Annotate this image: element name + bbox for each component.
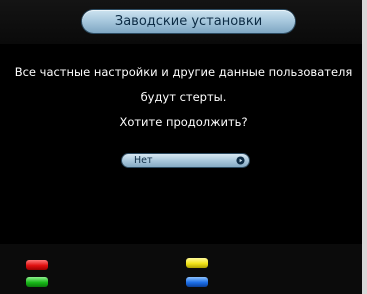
blue-key-icon[interactable] [186, 277, 208, 287]
message-line-3: Хотите продолжить? [119, 115, 248, 129]
screen-edge [362, 0, 367, 294]
no-button[interactable]: Нет [122, 154, 249, 167]
tv-screen: Заводские установки Все частные настройк… [0, 0, 367, 294]
arrow-right-icon [236, 156, 245, 165]
footer-bar [0, 244, 367, 294]
yellow-key-icon[interactable] [186, 258, 208, 268]
no-button-label: Нет [134, 155, 153, 166]
dialog-title: Заводские установки [82, 10, 295, 33]
message-line-1: Все частные настройки и другие данные по… [14, 65, 353, 79]
red-key-icon[interactable] [26, 260, 48, 270]
green-key-icon[interactable] [26, 277, 48, 287]
message-line-2: будут стерты. [140, 90, 227, 104]
dialog-message: Все частные настройки и другие данные по… [0, 60, 367, 135]
